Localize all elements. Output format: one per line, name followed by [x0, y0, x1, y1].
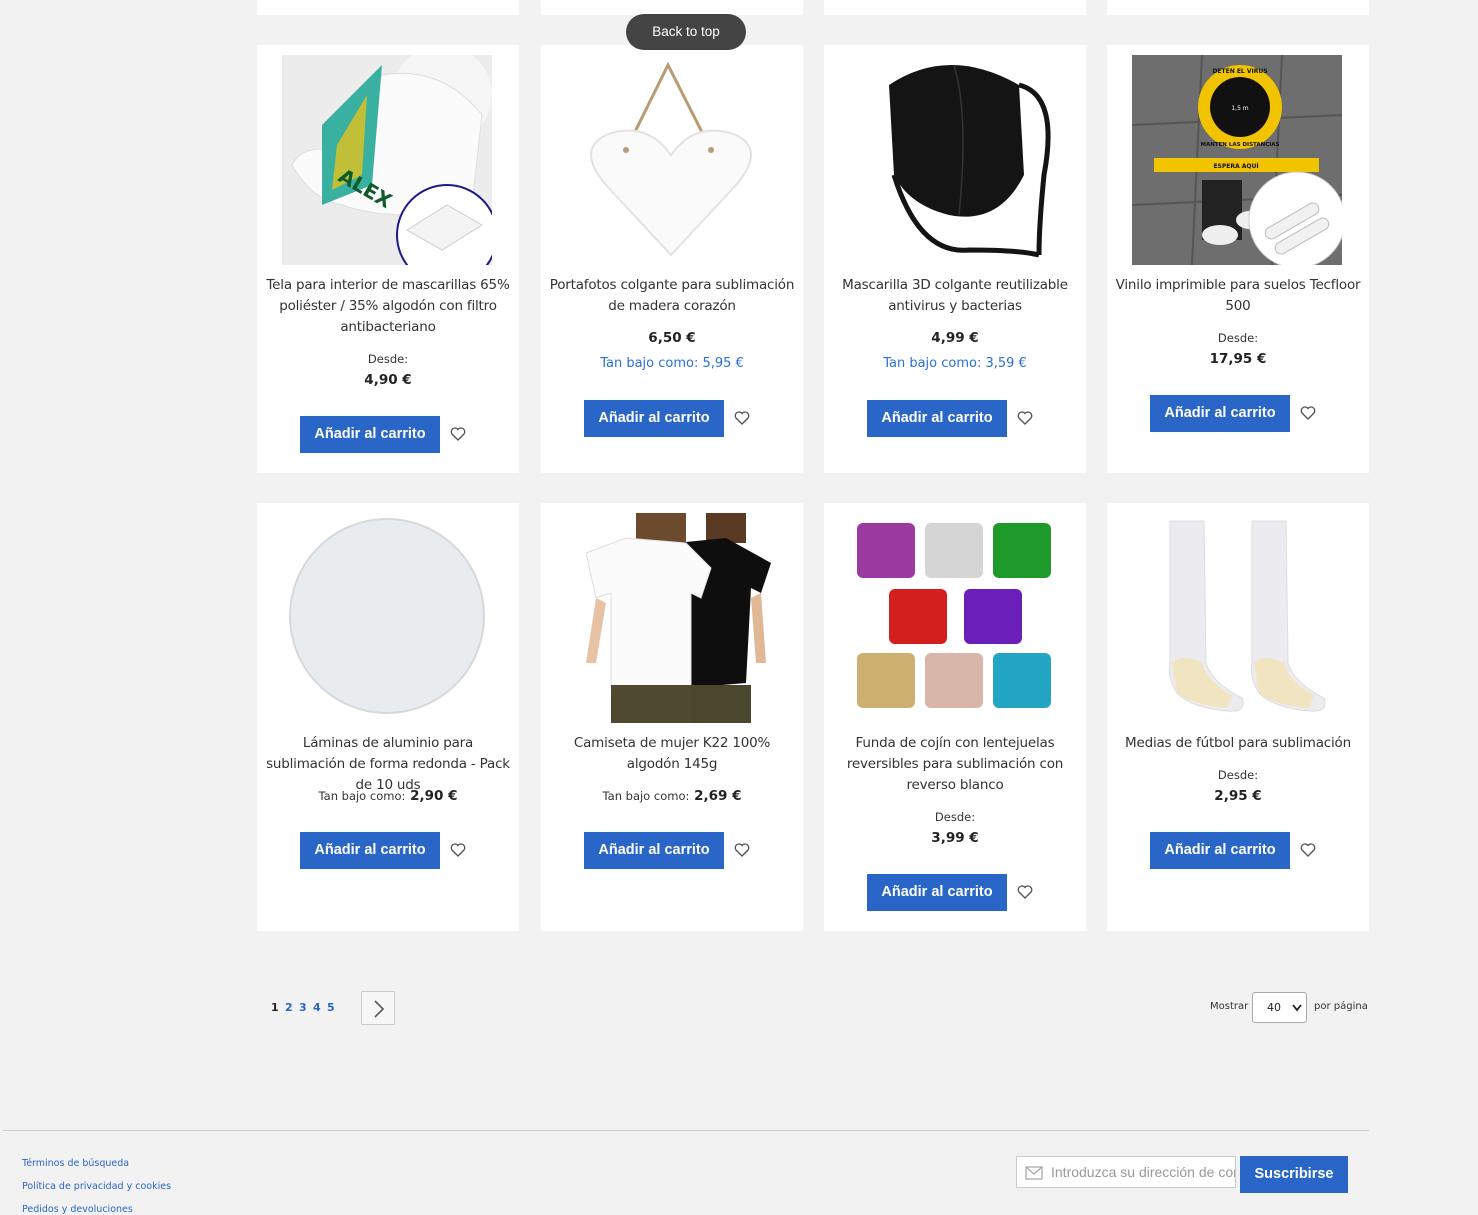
product-image-tshirts[interactable]: [566, 513, 776, 723]
page-link-current: 1: [271, 1001, 279, 1014]
vinyl-text-bottom: MANTEN LAS DISTANCIAS: [1200, 142, 1279, 148]
envelope-icon: [1025, 1166, 1043, 1180]
product-name[interactable]: Medias de fútbol para sublimación: [1115, 733, 1361, 754]
product-card: Portafotos colgante para sublimación de …: [541, 45, 803, 473]
product-card: Funda de cojín con lentejuelas reversibl…: [824, 503, 1086, 931]
page-link[interactable]: 4: [313, 1001, 327, 1014]
product-card: Mascarilla 3D colgante reutilizable anti…: [824, 45, 1086, 473]
add-to-cart-button[interactable]: Añadir al carrito: [584, 400, 724, 437]
footer-link-search-terms[interactable]: Términos de búsqueda: [22, 1158, 129, 1169]
add-to-cart-button[interactable]: Añadir al carrito: [1150, 832, 1290, 869]
product-name[interactable]: Láminas de aluminio para sublimación de …: [265, 733, 511, 796]
product-card: Láminas de aluminio para sublimación de …: [257, 503, 519, 931]
limiter-suffix: por página: [1314, 1001, 1368, 1012]
product-card-top-stub: [1107, 0, 1369, 15]
product-name[interactable]: Funda de cojín con lentejuelas reversibl…: [832, 733, 1078, 796]
product-name[interactable]: Mascarilla 3D colgante reutilizable anti…: [832, 275, 1078, 317]
product-card: Camiseta de mujer K22 100% algodón 145g …: [541, 503, 803, 931]
as-low-as-price: Tan bajo como: 5,95 €: [600, 356, 744, 371]
product-image-mask-fabric[interactable]: ALEX: [282, 55, 492, 265]
product-image-football-socks[interactable]: [1132, 513, 1342, 723]
page-link[interactable]: 2: [285, 1001, 299, 1014]
product-price: 17,95 €: [1209, 351, 1267, 367]
price-from-label: Desde:: [1217, 331, 1259, 345]
product-image-aluminium-disc[interactable]: [282, 513, 492, 723]
chevron-right-icon: [374, 1000, 385, 1018]
vinyl-strip-text: ESPERA AQUÍ: [1213, 162, 1259, 170]
wishlist-heart-icon[interactable]: [1016, 883, 1034, 901]
price-from-label: Desde:: [934, 810, 976, 824]
subscribe-button[interactable]: Suscribirse: [1240, 1156, 1348, 1193]
footer-link-orders-returns[interactable]: Pedidos y devoluciones: [22, 1204, 133, 1215]
page-link[interactable]: 3: [299, 1001, 313, 1014]
product-price-line: Tan bajo como: 2,69 €: [541, 788, 803, 804]
product-price-line: Tan bajo como: 2,90 €: [257, 788, 519, 804]
product-card: ALEX Tela para interior de mascarillas 6…: [257, 45, 519, 473]
wishlist-heart-icon[interactable]: [1299, 404, 1317, 422]
product-price: 4,99 €: [931, 330, 979, 346]
product-price: 2,95 €: [1214, 788, 1262, 804]
add-to-cart-button[interactable]: Añadir al carrito: [300, 416, 440, 453]
price-from-label: Desde:: [367, 352, 409, 366]
limiter-select[interactable]: 40: [1252, 992, 1307, 1023]
add-to-cart-button[interactable]: Añadir al carrito: [867, 874, 1007, 911]
product-price: 6,50 €: [648, 330, 696, 346]
product-card: DETÉN EL VIRUS MANTEN LAS DISTANCIAS 1,5…: [1107, 45, 1369, 473]
page-link[interactable]: 5: [327, 1001, 341, 1014]
product-image-sequin-cushions[interactable]: [849, 513, 1059, 723]
add-to-cart-button[interactable]: Añadir al carrito: [1150, 395, 1290, 432]
footer-link-privacy[interactable]: Política de privacidad y cookies: [22, 1181, 171, 1192]
wishlist-heart-icon[interactable]: [733, 841, 751, 859]
chevron-down-icon: [1292, 1004, 1302, 1012]
product-card: Medias de fútbol para sublimación Desde:…: [1107, 503, 1369, 931]
wishlist-heart-icon[interactable]: [449, 425, 467, 443]
product-card-top-stub: [257, 0, 519, 15]
as-low-as-label: Tan bajo como:: [318, 789, 406, 803]
product-price: 2,69 €: [694, 788, 742, 804]
product-image-heart-frame[interactable]: [566, 55, 776, 265]
product-card-top-stub: [541, 0, 803, 15]
product-image-black-mask[interactable]: [849, 55, 1059, 265]
price-from-label: Desde:: [1217, 768, 1259, 782]
as-low-as-price: Tan bajo como: 3,59 €: [883, 356, 1027, 371]
back-to-top-button[interactable]: Back to top: [626, 14, 746, 50]
vinyl-distance-text: 1,5 m: [1231, 105, 1248, 112]
limiter-label: Mostrar: [1210, 1001, 1249, 1012]
next-page-button[interactable]: [361, 991, 395, 1025]
wishlist-heart-icon[interactable]: [1299, 841, 1317, 859]
footer-divider: [3, 1130, 1369, 1131]
limiter-value: 40: [1267, 1001, 1281, 1014]
wishlist-heart-icon[interactable]: [449, 841, 467, 859]
add-to-cart-button[interactable]: Añadir al carrito: [300, 832, 440, 869]
vinyl-text-top: DETÉN EL VIRUS: [1212, 67, 1267, 75]
add-to-cart-button[interactable]: Añadir al carrito: [867, 400, 1007, 437]
wishlist-heart-icon[interactable]: [1016, 409, 1034, 427]
product-name[interactable]: Portafotos colgante para sublimación de …: [549, 275, 795, 317]
as-low-as-label: Tan bajo como:: [602, 789, 690, 803]
pagination: 12345: [271, 1001, 341, 1014]
newsletter-placeholder: Introduzca su dirección de correo electr…: [1051, 1164, 1236, 1180]
product-card-top-stub: [824, 0, 1086, 15]
product-price: 4,90 €: [364, 372, 412, 388]
newsletter-email-input[interactable]: Introduzca su dirección de correo electr…: [1016, 1156, 1236, 1188]
product-name[interactable]: Vinilo imprimible para suelos Tecfloor 5…: [1115, 275, 1361, 317]
wishlist-heart-icon[interactable]: [733, 409, 751, 427]
product-name[interactable]: Tela para interior de mascarillas 65% po…: [265, 275, 511, 338]
add-to-cart-button[interactable]: Añadir al carrito: [584, 832, 724, 869]
product-price: 2,90 €: [410, 788, 458, 804]
product-image-floor-vinyl[interactable]: DETÉN EL VIRUS MANTEN LAS DISTANCIAS 1,5…: [1132, 55, 1342, 265]
product-name[interactable]: Camiseta de mujer K22 100% algodón 145g: [549, 733, 795, 775]
product-price: 3,99 €: [931, 830, 979, 846]
